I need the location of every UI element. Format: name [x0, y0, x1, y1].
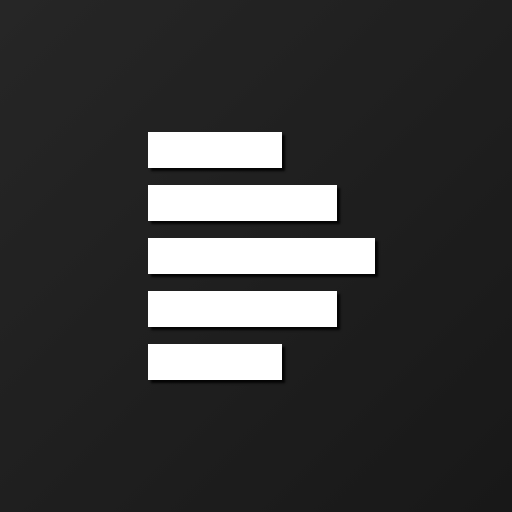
logo-bar-3 [148, 238, 375, 274]
logo-bar-4 [148, 291, 337, 327]
app-icon-tile [0, 0, 512, 512]
logo-bar-5 [148, 344, 282, 380]
stacked-bars-logo-icon [148, 132, 378, 382]
logo-bar-2 [148, 185, 337, 221]
logo-bar-1 [148, 132, 282, 168]
